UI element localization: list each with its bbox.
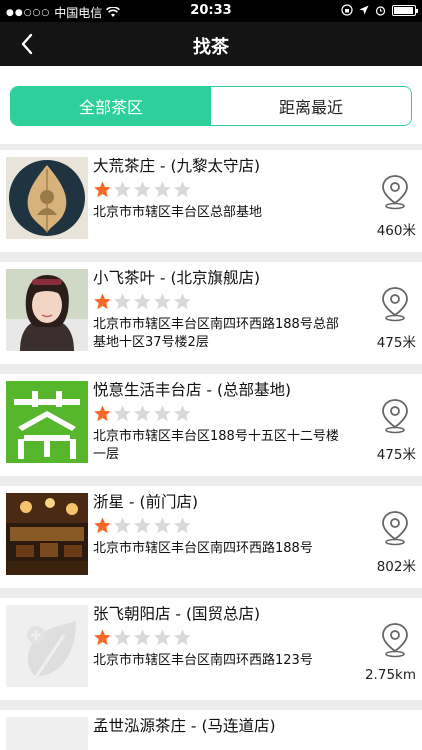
- shop-distance: 475米: [376, 335, 416, 351]
- battery-icon: [392, 4, 418, 16]
- shop-thumbnail: [6, 717, 88, 750]
- tab-all-tea-areas[interactable]: 全部茶区: [11, 87, 211, 125]
- star-empty-icon: [134, 629, 151, 646]
- shop-name: 孟世泓源茶庄 - (马连道店): [93, 717, 276, 735]
- star-filled-icon: [94, 293, 111, 310]
- star-empty-icon: [114, 405, 131, 422]
- star-empty-icon: [174, 405, 191, 422]
- star-rating: [93, 628, 192, 647]
- star-empty-icon: [134, 517, 151, 534]
- star-empty-icon: [134, 293, 151, 310]
- shop-name: 大荒茶庄 - (九黎太守店): [93, 157, 261, 175]
- star-filled-icon: [94, 517, 111, 534]
- star-rating: [93, 292, 192, 311]
- location-pin-icon[interactable]: [380, 622, 410, 658]
- star-empty-icon: [154, 629, 171, 646]
- shop-distance: 475米: [376, 447, 416, 463]
- star-empty-icon: [134, 405, 151, 422]
- location-pin-icon[interactable]: [380, 510, 410, 546]
- star-empty-icon: [174, 517, 191, 534]
- star-empty-icon: [134, 181, 151, 198]
- star-empty-icon: [174, 293, 191, 310]
- star-empty-icon: [114, 629, 131, 646]
- shop-address: 北京市市辖区丰台区南四环西路188号: [93, 541, 313, 556]
- shop-thumbnail: [6, 157, 88, 239]
- location-pin-icon[interactable]: [380, 286, 410, 322]
- star-rating: [93, 180, 192, 199]
- star-empty-icon: [174, 629, 191, 646]
- star-rating: [93, 516, 192, 535]
- shop-thumbnail: [6, 269, 88, 351]
- star-filled-icon: [94, 181, 111, 198]
- shop-item[interactable]: 浙星 - (前门店) 北京市市辖区丰台区南四环西路188号 802米: [0, 486, 422, 588]
- shop-distance: 802米: [376, 559, 416, 575]
- shop-address: 北京市市辖区丰台区南四环西路123号: [93, 653, 313, 668]
- star-empty-icon: [154, 181, 171, 198]
- star-filled-icon: [94, 405, 111, 422]
- star-empty-icon: [174, 181, 191, 198]
- shop-thumbnail: [6, 605, 88, 687]
- shop-item[interactable]: 悦意生活丰台店 - (总部基地) 北京市市辖区丰台区188号十五区十二号楼一层 …: [0, 374, 422, 476]
- tab-nearest[interactable]: 距离最近: [211, 87, 411, 125]
- star-filled-icon: [94, 629, 111, 646]
- star-rating: [93, 404, 192, 423]
- shop-item[interactable]: 张飞朝阳店 - (国贸总店) 北京市市辖区丰台区南四环西路123号 2.75km: [0, 598, 422, 700]
- shop-item[interactable]: 大荒茶庄 - (九黎太守店) 北京市市辖区丰台区总部基地 460米: [0, 150, 422, 252]
- star-empty-icon: [114, 517, 131, 534]
- shop-name: 小飞茶叶 - (北京旗舰店): [93, 269, 261, 287]
- shop-name: 悦意生活丰台店 - (总部基地): [93, 381, 292, 399]
- shop-thumbnail: [6, 381, 88, 463]
- rotation-lock-icon: [341, 4, 353, 16]
- shop-name: 浙星 - (前门店): [93, 493, 199, 511]
- shop-address: 北京市市辖区丰台区南四环西路188号总部基地十区37号楼2层: [93, 317, 339, 350]
- navigation-bar: 找茶: [0, 22, 422, 66]
- location-pin-icon[interactable]: [380, 174, 410, 210]
- shop-address: 北京市市辖区丰台区总部基地: [93, 205, 263, 220]
- shop-thumbnail: [6, 493, 88, 575]
- filter-header: 全部茶区 距离最近: [0, 66, 422, 144]
- location-pin-icon[interactable]: [380, 398, 410, 434]
- shop-name: 张飞朝阳店 - (国贸总店): [93, 605, 261, 623]
- location-arrow-icon: [359, 5, 369, 15]
- alarm-icon: [375, 5, 386, 16]
- status-bar: ●●○○○ 中国电信 20:33: [0, 0, 422, 22]
- shop-distance: 460米: [376, 223, 416, 239]
- star-empty-icon: [154, 405, 171, 422]
- shop-distance: 2.75km: [364, 667, 416, 683]
- star-empty-icon: [114, 181, 131, 198]
- star-empty-icon: [154, 293, 171, 310]
- shop-item[interactable]: 孟世泓源茶庄 - (马连道店): [0, 710, 422, 750]
- shop-address: 北京市市辖区丰台区188号十五区十二号楼一层: [93, 429, 339, 462]
- shop-item[interactable]: 小飞茶叶 - (北京旗舰店) 北京市市辖区丰台区南四环西路188号总部基地十区3…: [0, 262, 422, 364]
- star-empty-icon: [154, 517, 171, 534]
- star-empty-icon: [114, 293, 131, 310]
- page-title: 找茶: [193, 37, 229, 58]
- segmented-control: 全部茶区 距离最近: [10, 86, 412, 126]
